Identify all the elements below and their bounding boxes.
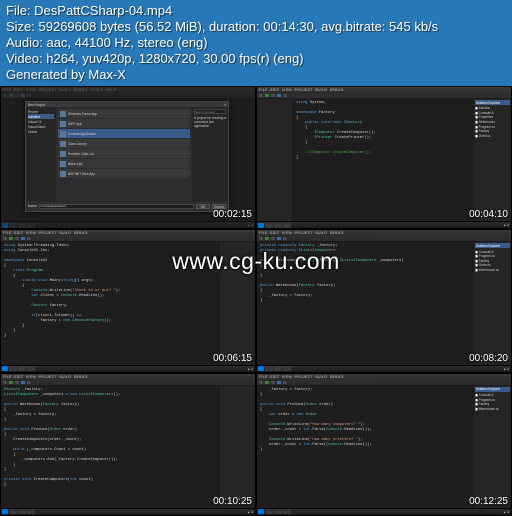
timestamp: 00:12:25 xyxy=(469,496,508,507)
size-line: Size: 59269608 bytes (56.52 MiB), durati… xyxy=(6,19,506,35)
dialog-template-list[interactable]: Windows Forms App WPF App Console Applic… xyxy=(56,107,192,201)
start-button[interactable] xyxy=(2,223,8,228)
timestamp: 00:02:15 xyxy=(213,209,252,220)
thumbnail-2: FILEEDITVIEWPROJECTBUILDDEBUG using Syst… xyxy=(256,86,512,229)
side-toolbox[interactable] xyxy=(257,99,293,221)
start-button[interactable] xyxy=(258,509,264,514)
solution-explorer[interactable]: Solution Explorer Solution ConsoleUI Pro… xyxy=(473,99,511,221)
timestamp: 00:04:10 xyxy=(469,209,508,220)
close-icon[interactable]: × xyxy=(224,103,226,107)
search-input[interactable] xyxy=(194,109,226,114)
taskbar[interactable]: ▲ 🕪 xyxy=(1,365,255,372)
new-project-dialog[interactable]: New Project× Recent Installed Visual C# … xyxy=(25,101,229,212)
thumbnail-4: FILEEDITVIEWPROJECTBUILDDEBUG private re… xyxy=(256,229,512,372)
timestamp: 00:06:15 xyxy=(213,353,252,364)
taskbar[interactable]: ▲ 🕪 xyxy=(257,365,511,372)
code-editor[interactable]: using System; namespace Factory { public… xyxy=(293,99,473,221)
code-editor[interactable]: using System.Threading.Tasks; using Cons… xyxy=(1,242,219,364)
taskbar[interactable]: ▲ 🕪 xyxy=(1,221,255,228)
file-line: File: DesPattCSharp-04.mp4 xyxy=(6,3,506,19)
code-editor[interactable]: private readonly Factory _factory; priva… xyxy=(257,242,473,364)
dialog-desc-panel: A project for creating a command-line ap… xyxy=(192,107,228,201)
taskbar[interactable]: ▲ 🕪 xyxy=(1,508,255,515)
taskbar[interactable]: ▲ 🕪 xyxy=(257,221,511,228)
solution-explorer[interactable]: Solution Explorer ConsoleUI Program.cs F… xyxy=(473,242,511,364)
media-info-header: File: DesPattCSharp-04.mp4 Size: 5926960… xyxy=(0,0,512,86)
video-line: Video: h264, yuv420p, 1280x720, 30.00 fp… xyxy=(6,51,506,67)
thumbnail-5: FILEEDITVIEWPROJECTBUILDDEBUG Factory _f… xyxy=(0,373,256,516)
start-button[interactable] xyxy=(258,223,264,228)
thumbnail-6: FILEEDITVIEWPROJECTBUILDDEBUG _factory =… xyxy=(256,373,512,516)
solution-explorer[interactable]: Solution Explorer ConsoleUI Program.cs F… xyxy=(473,386,511,508)
thumbnail-1: FILEEDITVIEWPROJECTBUILDDEBUGTOOLSHELP N… xyxy=(0,86,256,229)
dialog-tree[interactable]: Recent Installed Visual C# Visual Basic … xyxy=(26,107,56,201)
generated-line: Generated by Max-X xyxy=(6,67,506,83)
timestamp: 00:08:20 xyxy=(469,353,508,364)
thumbnail-3: FILEEDITVIEWPROJECTBUILDDEBUG using Syst… xyxy=(0,229,256,372)
ok-button[interactable]: OK xyxy=(196,204,210,209)
start-button[interactable] xyxy=(2,366,8,371)
project-name-input[interactable] xyxy=(39,204,194,209)
start-button[interactable] xyxy=(258,366,264,371)
timestamp: 00:10:25 xyxy=(213,496,252,507)
audio-line: Audio: aac, 44100 Hz, stereo (eng) xyxy=(6,35,506,51)
code-editor[interactable]: _factory = factory; } public void Produc… xyxy=(257,386,473,508)
thumbnail-grid: FILEEDITVIEWPROJECTBUILDDEBUGTOOLSHELP N… xyxy=(0,86,512,516)
code-editor[interactable]: Factory _factory; List<IComputer> _compu… xyxy=(1,386,219,508)
start-button[interactable] xyxy=(2,509,8,514)
taskbar[interactable]: ▲ 🕪 xyxy=(257,508,511,515)
